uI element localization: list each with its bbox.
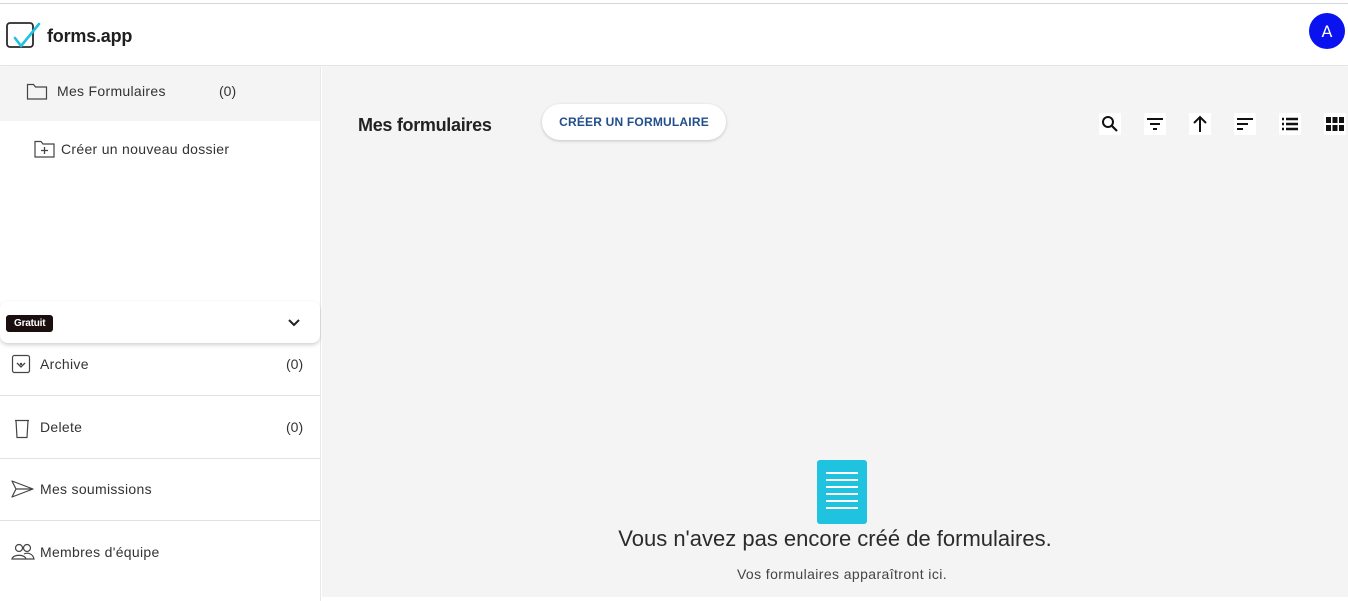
send-icon bbox=[11, 479, 35, 504]
list-view-icon bbox=[1282, 117, 1298, 131]
empty-state-subtitle: Vos formulaires apparaîtront ici. bbox=[736, 566, 948, 582]
empty-state-title: Vous n'avez pas encore créé de formulair… bbox=[618, 526, 1052, 551]
sidebar-item-label: Membres d'équipe bbox=[40, 544, 160, 560]
folder-icon bbox=[26, 81, 48, 106]
sort-icon bbox=[1237, 118, 1253, 130]
main-content: Mes formulaires CRÉER UN FORMULAIRE Vous… bbox=[322, 67, 1348, 597]
search-icon bbox=[1102, 116, 1118, 132]
sort-button[interactable] bbox=[1234, 113, 1256, 135]
app-header: forms.app A bbox=[0, 4, 1348, 66]
sidebar-item-label: Delete bbox=[40, 419, 83, 435]
app-logo[interactable]: forms.app bbox=[6, 20, 132, 52]
page-title: Mes formulaires bbox=[358, 115, 492, 135]
search-button[interactable] bbox=[1099, 113, 1121, 135]
sidebar-item-team[interactable]: Membres d'équipe bbox=[0, 522, 320, 584]
sidebar-item-archive[interactable]: Archive (0) bbox=[0, 334, 320, 396]
folder-add-icon bbox=[34, 140, 55, 158]
sidebar-item-delete[interactable]: Delete (0) bbox=[0, 397, 320, 459]
filter-icon bbox=[1147, 118, 1163, 130]
filter-button[interactable] bbox=[1144, 113, 1166, 135]
archive-icon bbox=[11, 354, 31, 379]
sidebar-item-count: (0) bbox=[219, 83, 237, 99]
grid-view-button[interactable] bbox=[1324, 113, 1346, 135]
chevron-down-icon bbox=[287, 315, 301, 333]
sidebar-item-label: Mes soumissions bbox=[40, 481, 152, 497]
document-icon bbox=[817, 460, 867, 524]
list-view-button[interactable] bbox=[1279, 113, 1301, 135]
sidebar-item-count: (0) bbox=[286, 356, 304, 372]
create-folder-label: Créer un nouveau dossier bbox=[61, 140, 230, 157]
sidebar-item-count: (0) bbox=[286, 419, 304, 435]
create-form-button[interactable]: CRÉER UN FORMULAIRE bbox=[542, 104, 726, 140]
sidebar: Mes Formulaires (0) Créer un nouveau dos… bbox=[0, 67, 321, 601]
create-folder-button[interactable]: Créer un nouveau dossier bbox=[34, 139, 229, 158]
sidebar-item-label: Mes Formulaires bbox=[57, 83, 166, 99]
grid-view-icon bbox=[1326, 117, 1344, 131]
team-icon bbox=[11, 542, 35, 567]
plan-badge: Gratuit bbox=[6, 315, 54, 332]
sidebar-item-mes-formulaires[interactable]: Mes Formulaires (0) bbox=[0, 67, 320, 121]
forms-app-logo-icon bbox=[6, 22, 41, 48]
app-name: forms.app bbox=[47, 25, 133, 46]
trash-icon bbox=[11, 417, 33, 444]
sidebar-item-submissions[interactable]: Mes soumissions bbox=[0, 459, 320, 521]
user-avatar[interactable]: A bbox=[1309, 13, 1345, 49]
sidebar-item-label: Archive bbox=[40, 356, 89, 372]
sort-direction-button[interactable] bbox=[1189, 113, 1211, 135]
sort-direction-icon bbox=[1193, 115, 1207, 132]
